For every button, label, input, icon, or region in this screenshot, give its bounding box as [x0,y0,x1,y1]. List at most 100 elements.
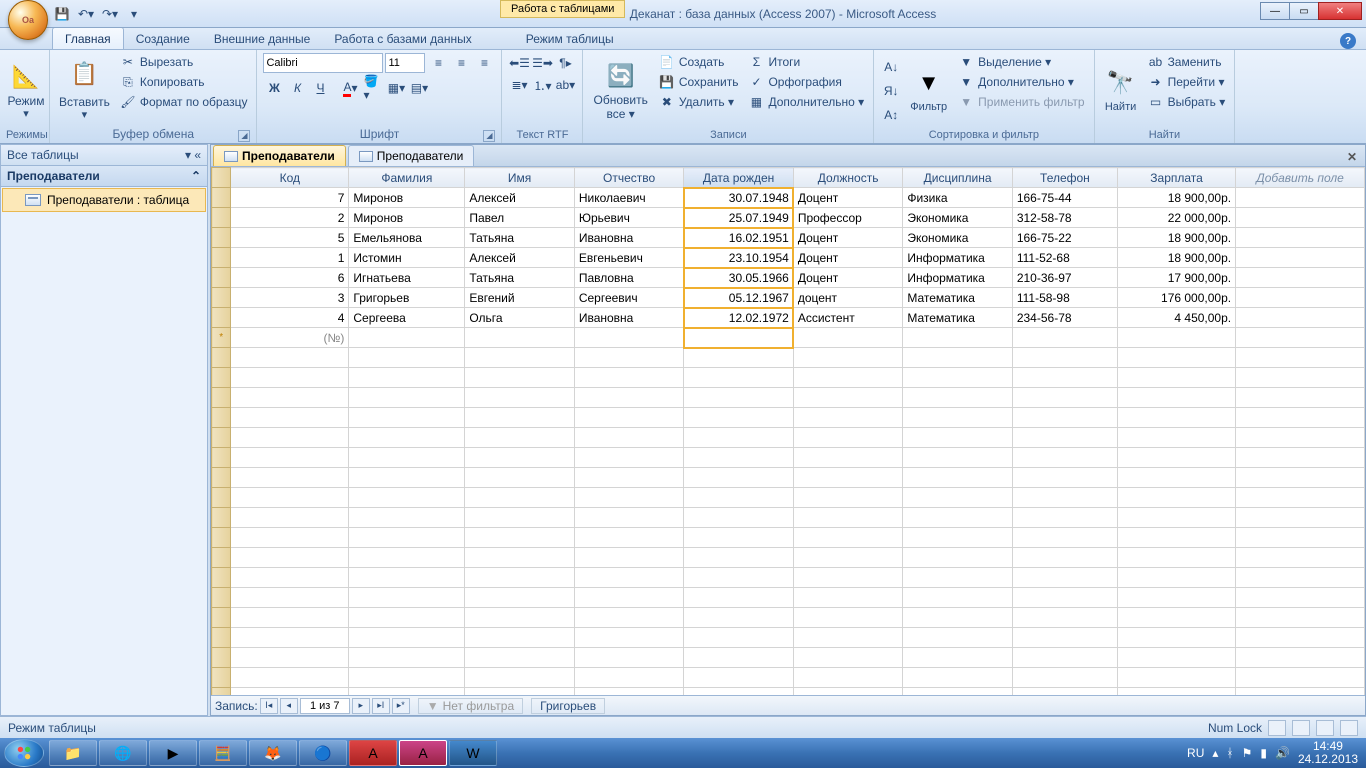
task-explorer[interactable]: 📁 [49,740,97,766]
cell-data[interactable]: 05.12.1967 [684,288,794,308]
cell-kod[interactable]: 6 [231,268,349,288]
cell-disc[interactable]: Математика [903,288,1013,308]
filter-indicator[interactable]: ▼Нет фильтра [418,698,523,714]
bluetooth-icon[interactable]: ᚼ [1226,746,1233,760]
task-chrome[interactable]: 🔵 [299,740,347,766]
search-box[interactable]: Григорьев [531,698,605,714]
qat-customize-icon[interactable]: ▾ [124,4,144,24]
font-color-button[interactable]: A▾ [339,78,361,98]
bullets-button[interactable]: ≣▾ [508,75,530,95]
col-kod[interactable]: Код [231,168,349,188]
tab-home[interactable]: Главная [52,27,124,49]
task-access[interactable]: A [399,740,447,766]
cell-otch[interactable]: Евгеньевич [574,248,684,268]
cell-kod[interactable]: (№) [231,328,349,348]
table-row[interactable]: 3ГригорьевЕвгенийСергеевич05.12.1967доце… [212,288,1365,308]
cell-tel[interactable]: 234-56-78 [1012,308,1117,328]
cell-disc[interactable]: Информатика [903,268,1013,288]
next-record-button[interactable]: ▸ [352,698,370,714]
cell-fam[interactable]: Емельянова [349,228,465,248]
new-row-marker[interactable]: * [212,328,231,348]
tab-datasheet[interactable]: Режим таблицы [514,28,626,49]
view-button[interactable]: 📐Режим▾ [6,53,46,128]
cell-otch[interactable]: Ивановна [574,228,684,248]
cell-dolzh[interactable]: Ассистент [793,308,903,328]
refresh-button[interactable]: 🔄Обновитьвсе ▾ [589,53,651,128]
row-selector[interactable] [212,248,231,268]
cell-imya[interactable]: Алексей [465,188,575,208]
task-adobe[interactable]: A [349,740,397,766]
font-launcher-icon[interactable]: ◢ [483,130,495,142]
doc-tab-teachers-2[interactable]: Преподаватели [348,145,475,166]
last-record-button[interactable]: ▸I [372,698,390,714]
cell-disc[interactable]: Математика [903,308,1013,328]
filter-button[interactable]: ▼Фильтр [906,53,951,128]
cell-dolzh[interactable]: Доцент [793,248,903,268]
sort-asc-button[interactable]: A↓ [880,55,902,79]
row-selector[interactable] [212,268,231,288]
cut-button[interactable]: ✂Вырезать [117,53,251,71]
cell-fam[interactable]: Григорьев [349,288,465,308]
cell-data[interactable]: 23.10.1954 [684,248,794,268]
table-row[interactable]: 7МироновАлексейНиколаевич30.07.1948Доцен… [212,188,1365,208]
cell-imya[interactable]: Павел [465,208,575,228]
cell-otch[interactable]: Николаевич [574,188,684,208]
task-calc[interactable]: 🧮 [199,740,247,766]
altrow-button[interactable]: ▤▾ [408,78,430,98]
advanced-filter-button[interactable]: ▼Дополнительно ▾ [955,73,1087,91]
cell-kod[interactable]: 2 [231,208,349,228]
cell-data[interactable]: 25.07.1949 [684,208,794,228]
task-ie[interactable]: 🌐 [99,740,147,766]
cell-empty[interactable] [1236,288,1365,308]
numbering-button[interactable]: ⒈▾ [531,75,553,95]
toggle-filter-button[interactable]: ▼Применить фильтр [955,93,1087,111]
underline-button[interactable]: Ч [309,78,331,98]
volume-icon[interactable]: 🔊 [1275,746,1290,760]
cell-zar[interactable]: 176 000,00р. [1118,288,1236,308]
cell-imya[interactable]: Татьяна [465,228,575,248]
cell-dolzh[interactable]: доцент [793,288,903,308]
cell-disc[interactable]: Информатика [903,248,1013,268]
cell-data[interactable]: 30.05.1966 [684,268,794,288]
sort-desc-button[interactable]: Я↓ [880,79,902,103]
font-size-select[interactable] [385,53,425,73]
cell-otch[interactable]: Юрьевич [574,208,684,228]
tab-external[interactable]: Внешние данные [202,28,323,49]
task-wmp[interactable]: ▶ [149,740,197,766]
col-dolzh[interactable]: Должность [793,168,903,188]
cell-dolzh[interactable]: Доцент [793,188,903,208]
clipboard-launcher-icon[interactable]: ◢ [238,130,250,142]
cell-tel[interactable]: 111-52-68 [1012,248,1117,268]
prev-record-button[interactable]: ◂ [280,698,298,714]
col-disc[interactable]: Дисциплина [903,168,1013,188]
cell-disc[interactable]: Экономика [903,228,1013,248]
cell-imya[interactable]: Евгений [465,288,575,308]
cell-imya[interactable]: Алексей [465,248,575,268]
save-icon[interactable]: 💾 [52,4,72,24]
action-center-icon[interactable]: ⚑ [1242,746,1253,760]
tray-clock[interactable]: 14:4924.12.2013 [1298,740,1358,766]
align-center-button[interactable]: ≡ [450,53,472,73]
col-add[interactable]: Добавить поле [1236,168,1365,188]
cell-dolzh[interactable]: Доцент [793,228,903,248]
cell-fam[interactable]: Истомин [349,248,465,268]
table-row[interactable]: 4СергееваОльгаИвановна12.02.1972Ассистен… [212,308,1365,328]
office-button[interactable]: Oa [8,0,48,40]
cell-zar[interactable]: 18 900,00р. [1118,188,1236,208]
cell-data[interactable]: 16.02.1951 [684,228,794,248]
cell-disc[interactable]: Физика [903,188,1013,208]
spelling-button[interactable]: ✓Орфография [745,73,867,91]
cell-tel[interactable]: 312-58-78 [1012,208,1117,228]
row-selector[interactable] [212,228,231,248]
doc-close-button[interactable]: ✕ [1343,148,1361,166]
nav-group-teachers[interactable]: Преподаватели⌃ [1,166,207,187]
task-word[interactable]: W [449,740,497,766]
doc-tab-teachers-1[interactable]: Преподаватели [213,145,346,166]
gridlines-button[interactable]: ▦▾ [385,78,407,98]
cell-otch[interactable]: Сергеевич [574,288,684,308]
first-record-button[interactable]: I◂ [260,698,278,714]
col-fam[interactable]: Фамилия [349,168,465,188]
save-record-button[interactable]: 💾Сохранить [656,73,742,91]
cell-kod[interactable]: 7 [231,188,349,208]
cell-kod[interactable]: 1 [231,248,349,268]
